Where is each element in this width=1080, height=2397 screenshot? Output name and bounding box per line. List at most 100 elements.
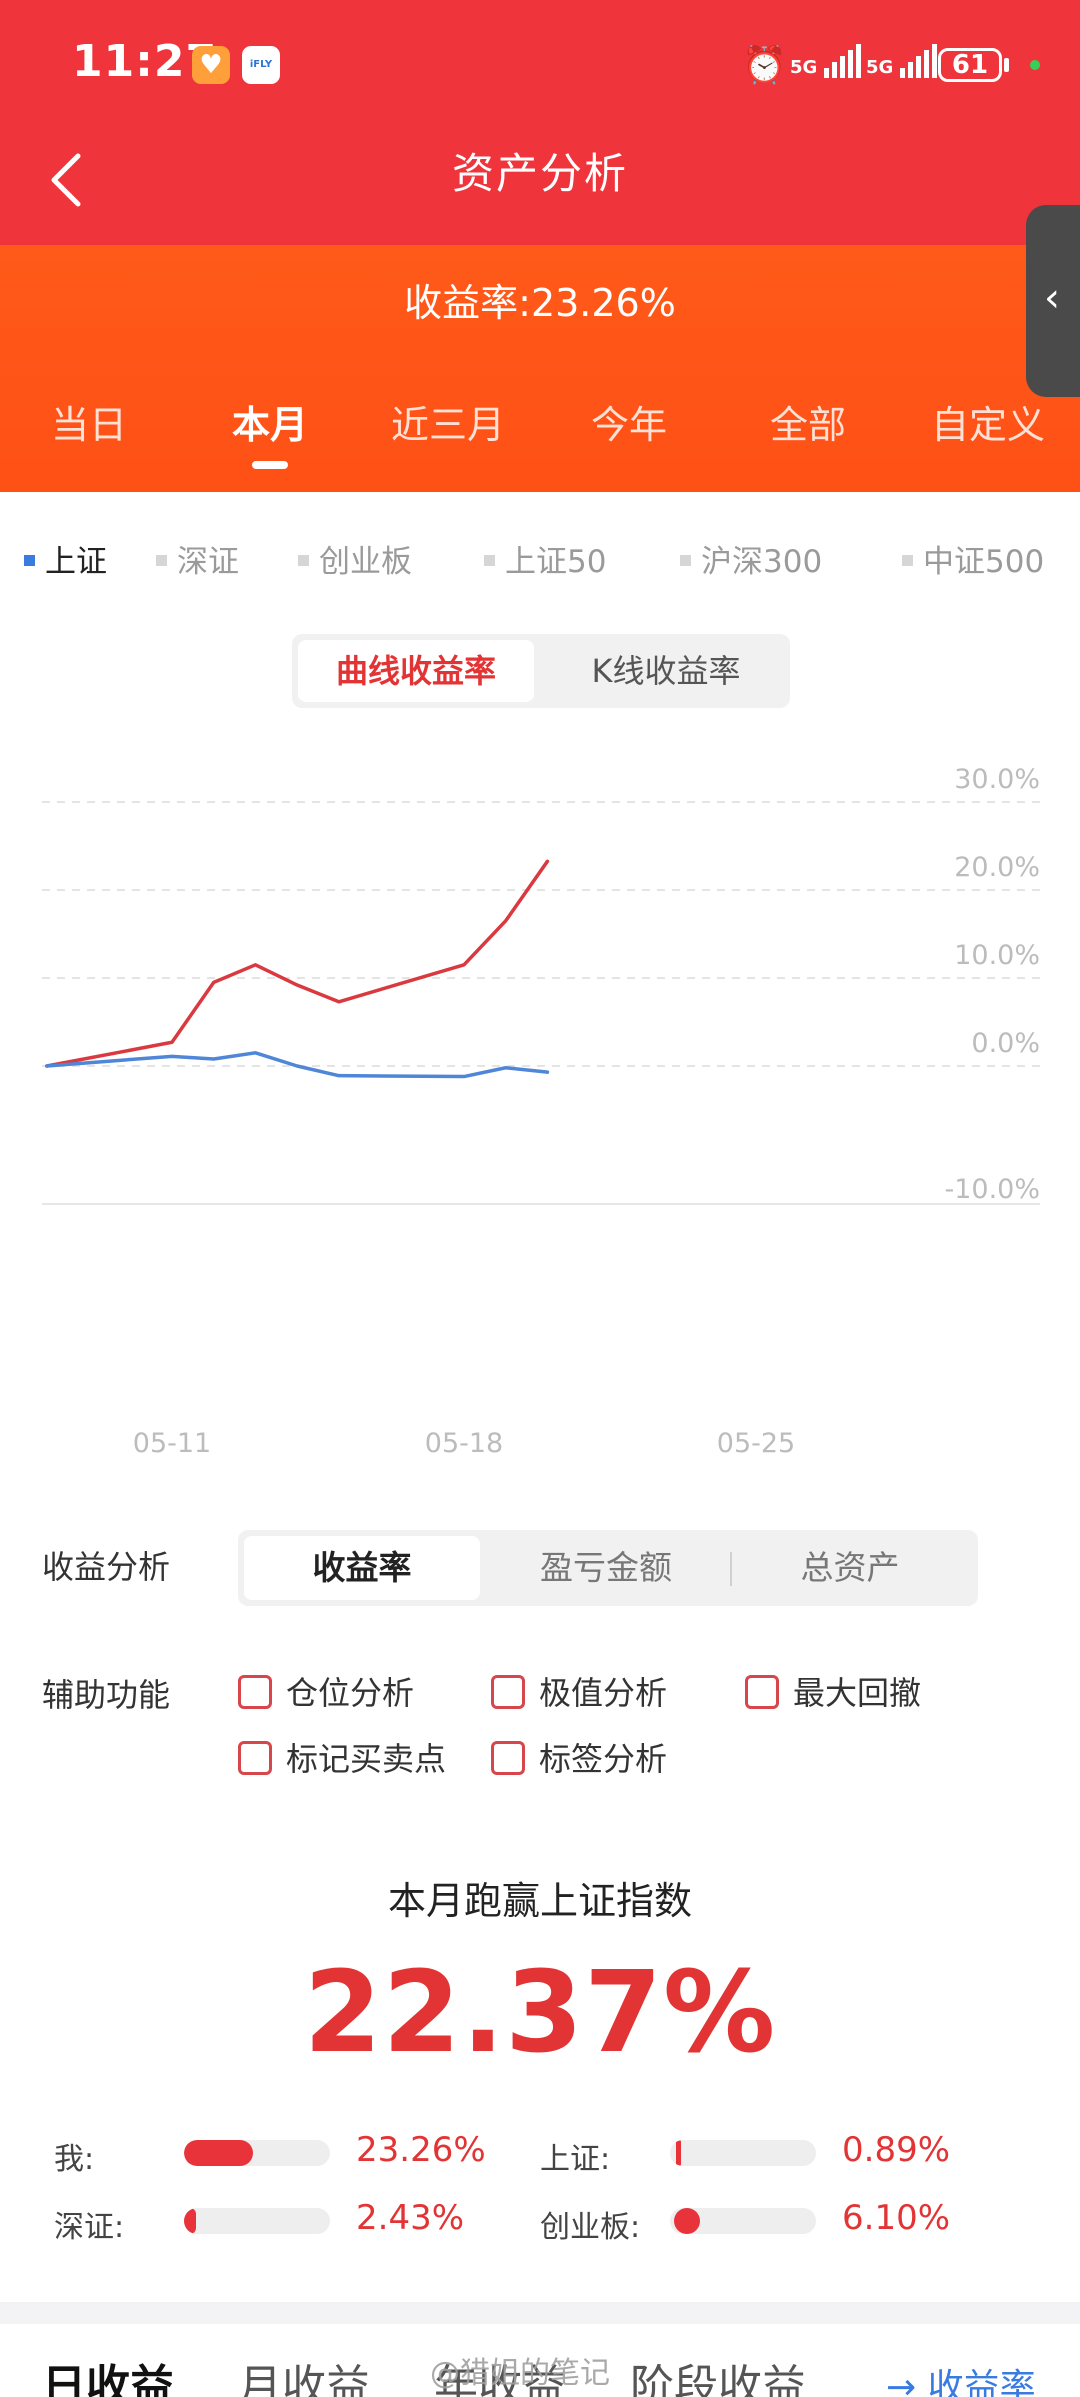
side-drawer-handle[interactable]: ‹ [1026, 205, 1080, 397]
analysis-label: 收益分析 [42, 1548, 171, 1586]
legend-swatch [156, 555, 167, 566]
compare-bar-chinext [670, 2208, 816, 2234]
compare-value-chinext: 6.10% [842, 2198, 951, 2238]
legend-shanghai[interactable]: 上证 [24, 536, 107, 581]
compare-fill [674, 2208, 700, 2234]
compare-label-me: 我: [54, 2142, 95, 2177]
legend-shenzhen[interactable]: 深证 [156, 536, 239, 581]
legend-chinext[interactable]: 创业板 [298, 536, 412, 581]
tab-custom[interactable]: 自定义 [931, 394, 1045, 449]
line-chart: 30.0% 20.0% 10.0% 0.0% -10.0% 05-11 05-18 05-25 [42, 764, 1040, 1459]
chevron-left-icon: ‹ [1044, 275, 1060, 321]
page-title: 资产分析 [451, 149, 628, 198]
compare-label-shanghai: 上证: [540, 2142, 611, 2177]
compare-bar-me [184, 2140, 330, 2166]
section-divider [0, 2302, 1080, 2324]
legend-label: 深证 [177, 544, 239, 580]
option-profit-amount[interactable]: 盈亏金额 [488, 1536, 724, 1600]
compare-label-chinext: 创业板: [540, 2210, 641, 2245]
y-tick-label: 0.0% [971, 1028, 1040, 1059]
tab-this-month[interactable]: 本月 [232, 394, 308, 449]
analysis-segmented-control: 收益率 盈亏金额 总资产 [238, 1530, 978, 1606]
checkbox-label: 最大回撤 [793, 1674, 922, 1712]
return-chart[interactable]: 30.0% 20.0% 10.0% 0.0% -10.0% 05-11 05-18 05-25 [0, 700, 1080, 1470]
legend-csi300[interactable]: 沪深300 [680, 536, 822, 581]
option-total-assets[interactable]: 总资产 [732, 1536, 968, 1600]
header: 11:27 ♥ iFLY ⏰ 5G 5G 61 资产分析 收益率:23.26% … [0, 0, 1080, 492]
ifly-app-icon: iFLY [242, 46, 280, 84]
index-legend: 上证 深证 创业板 上证50 沪深300 中证500 [0, 536, 1080, 580]
y-tick-label: -10.0% [944, 1174, 1040, 1205]
series-line-portfolio [45, 859, 550, 1068]
checkbox-icon [238, 1741, 272, 1775]
compare-fill [184, 2208, 196, 2234]
compare-value-shanghai: 0.89% [842, 2130, 951, 2170]
legend-csi500[interactable]: 中证500 [902, 536, 1044, 581]
return-rate: 收益率:23.26% [404, 281, 676, 325]
tab-three-months[interactable]: 近三月 [391, 394, 505, 449]
series-line-shanghai [45, 1051, 550, 1079]
tab-this-year[interactable]: 今年 [591, 394, 667, 449]
legend-label: 上证50 [505, 544, 607, 580]
compare-fill [184, 2140, 253, 2166]
compare-value-me: 23.26% [356, 2130, 486, 2170]
checkbox-icon [745, 1675, 779, 1709]
return-rate-link[interactable]: → 收益率 [886, 2358, 1036, 2397]
x-tick-label: 05-11 [133, 1428, 211, 1459]
signal-icon: 5G [866, 44, 940, 84]
legend-swatch [484, 555, 495, 566]
beat-index-value: 22.37% [303, 1948, 777, 2078]
beat-index-title: 本月跑赢上证指数 [387, 1879, 692, 1923]
tab-daily-return[interactable]: 日收益 [42, 2350, 174, 2397]
legend-label: 创业板 [319, 544, 412, 580]
aux-label: 辅助功能 [42, 1676, 171, 1714]
tab-stage-return[interactable]: 阶段收益 [630, 2350, 806, 2397]
legend-swatch [680, 555, 691, 566]
network-type: 5G [790, 57, 818, 78]
x-tick-label: 05-18 [425, 1428, 503, 1459]
y-tick-label: 10.0% [954, 940, 1040, 971]
option-return-rate[interactable]: 收益率 [244, 1536, 480, 1600]
legend-swatch [298, 555, 309, 566]
compare-fill [676, 2140, 681, 2166]
active-tab-indicator [252, 461, 288, 469]
tab-monthly-return[interactable]: 月收益 [238, 2350, 370, 2397]
tab-today[interactable]: 当日 [51, 394, 127, 449]
checkbox-label: 标记买卖点 [286, 1740, 447, 1778]
legend-sse50[interactable]: 上证50 [484, 536, 606, 581]
period-tabs: 当日 本月 近三月 今年 全部 自定义 [0, 394, 1080, 454]
legend-label: 中证500 [923, 544, 1045, 580]
checkbox-tag-analysis[interactable]: 标签分析 [491, 1734, 667, 1780]
alarm-icon: ⏰ [742, 45, 787, 86]
curve-return-button[interactable]: 曲线收益率 [298, 640, 534, 702]
legend-swatch [902, 555, 913, 566]
checkbox-mark-trades[interactable]: 标记买卖点 [238, 1734, 446, 1780]
checkbox-label: 极值分析 [539, 1674, 668, 1712]
checkbox-icon [491, 1741, 525, 1775]
checkbox-extreme-analysis[interactable]: 极值分析 [491, 1668, 667, 1714]
checkbox-icon [491, 1675, 525, 1709]
kline-return-button[interactable]: K线收益率 [548, 640, 784, 702]
x-tick-label: 05-25 [717, 1428, 795, 1459]
battery-tip [1004, 58, 1009, 72]
charging-dot [1030, 60, 1040, 70]
tab-all[interactable]: 全部 [770, 394, 846, 449]
compare-bar-shanghai [670, 2140, 816, 2166]
checkbox-max-drawdown[interactable]: 最大回撤 [745, 1668, 921, 1714]
legend-label: 沪深300 [701, 544, 823, 580]
legend-label: 上证 [45, 544, 107, 580]
checkbox-label: 仓位分析 [286, 1674, 415, 1712]
legend-swatch [24, 555, 35, 566]
checkbox-label: 标签分析 [539, 1740, 668, 1778]
compare-bar-shenzhen [184, 2208, 330, 2234]
signal-icon: 5G [790, 44, 864, 84]
watermark: @猎姐的笔记 [430, 2356, 610, 2391]
compare-value-shenzhen: 2.43% [356, 2198, 465, 2238]
heart-app-icon: ♥ [192, 46, 230, 84]
checkbox-position-analysis[interactable]: 仓位分析 [238, 1668, 414, 1714]
status-bar: 11:27 ♥ iFLY ⏰ 5G 5G 61 [0, 0, 1080, 130]
y-tick-label: 20.0% [954, 852, 1040, 883]
battery-icon: 61 [938, 48, 1002, 82]
compare-label-shenzhen: 深证: [54, 2210, 125, 2245]
checkbox-icon [238, 1675, 272, 1709]
